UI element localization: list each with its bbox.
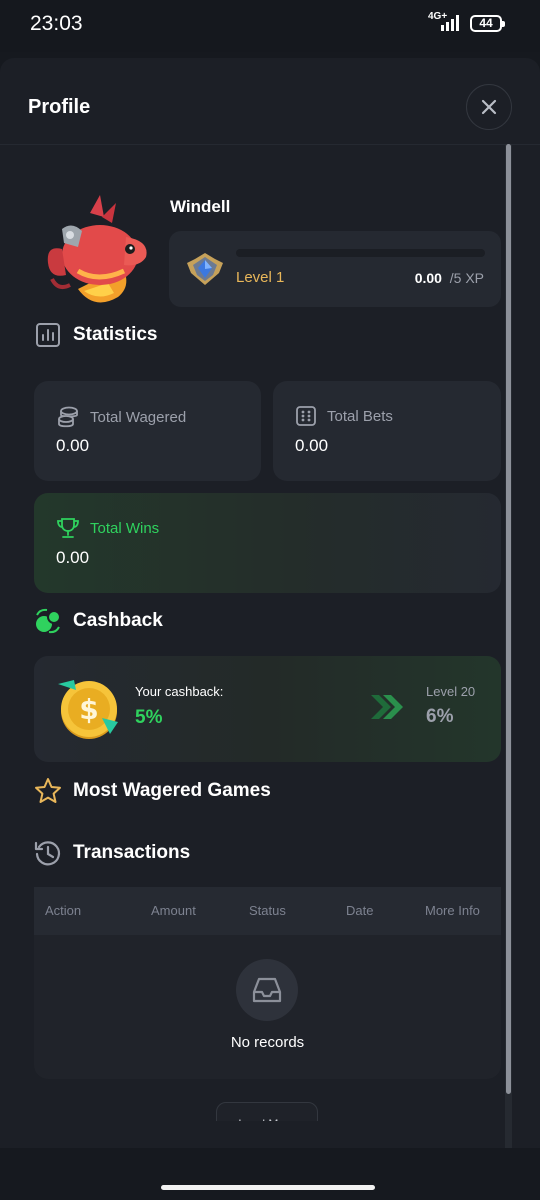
status-time: 23:03 [30, 12, 83, 35]
coins-stack-icon [58, 406, 78, 428]
inbox-icon [236, 959, 298, 1021]
transactions-title: Transactions [73, 842, 191, 863]
history-icon [34, 839, 62, 867]
xp-progress-bar [236, 249, 485, 257]
empty-state-text: No records [230, 1034, 305, 1051]
column-header-amount[interactable]: Amount [151, 903, 196, 918]
dice-icon [296, 406, 316, 426]
bar-chart-icon [34, 321, 62, 349]
header-divider [0, 144, 540, 145]
cashback-label: Your cashback: [135, 684, 224, 699]
card-label: Total Bets [327, 407, 393, 425]
signal-icon [441, 15, 459, 31]
total-wagered-card: Total Wagered 0.00 [34, 381, 261, 481]
star-icon [34, 777, 62, 805]
column-header-date[interactable]: Date [346, 903, 373, 918]
xp-max: 5 XP [453, 270, 484, 286]
total-bets-card: Total Bets 0.00 [273, 381, 501, 481]
card-value: 0.00 [56, 548, 90, 567]
column-header-action[interactable]: Action [45, 903, 81, 918]
trophy-icon [57, 518, 79, 538]
rank-badge-icon [187, 253, 223, 285]
statistics-title: Statistics [73, 324, 158, 345]
scroll-clip [0, 1121, 505, 1148]
column-header-status[interactable]: Status [249, 903, 286, 918]
profile-panel: Profile Windell Level 1 0.00 /5 XP Stati… [0, 58, 540, 1148]
card-label: Total Wagered [90, 408, 187, 426]
total-wins-card: Total Wins 0.00 [34, 493, 501, 593]
status-bar: 23:03 4G+ 44 [0, 0, 540, 52]
navigation-bar [0, 1148, 540, 1200]
double-chevron-right-icon [371, 695, 403, 719]
username: Windell [170, 197, 231, 216]
xp-readout: 0.00 /5 XP [415, 270, 484, 286]
next-cashback-value: 6% [426, 706, 454, 727]
card-label: Total Wins [90, 519, 160, 537]
most-wagered-header: Most Wagered Games [34, 777, 271, 805]
card-value: 0.00 [295, 436, 329, 455]
next-level-label: Level 20 [426, 684, 476, 699]
scrollbar-thumb[interactable] [506, 144, 511, 1094]
xp-separator: / [445, 270, 454, 286]
page-title: Profile [28, 96, 91, 118]
cashback-title: Cashback [73, 610, 163, 631]
cashback-header: Cashback [34, 607, 163, 635]
most-wagered-title: Most Wagered Games [73, 780, 271, 801]
cashback-card: $ Your cashback: 5% Level 20 6% [34, 656, 501, 762]
dollar-coin-icon: $ [58, 680, 118, 739]
column-header-more-info[interactable]: More Info [425, 903, 480, 918]
transactions-header: Transactions [34, 839, 190, 867]
cashback-icon [34, 607, 62, 635]
xp-current: 0.00 [414, 270, 442, 286]
level-label: Level 1 [236, 269, 285, 286]
battery-icon: 44 [470, 15, 505, 32]
svg-text:$: $ [79, 693, 98, 726]
cashback-value: 5% [135, 707, 163, 728]
card-value: 0.00 [56, 436, 90, 455]
avatar [47, 195, 147, 303]
transactions-table: Action Amount Status Date More Info No r… [34, 887, 501, 1079]
table-header: Action Amount Status Date More Info [34, 887, 501, 935]
scrollbar[interactable] [505, 144, 512, 1148]
close-icon [481, 99, 497, 115]
home-indicator[interactable] [161, 1185, 375, 1190]
statistics-header: Statistics [34, 321, 157, 349]
close-button[interactable] [466, 84, 512, 130]
level-card: Level 1 0.00 /5 XP [169, 231, 501, 307]
